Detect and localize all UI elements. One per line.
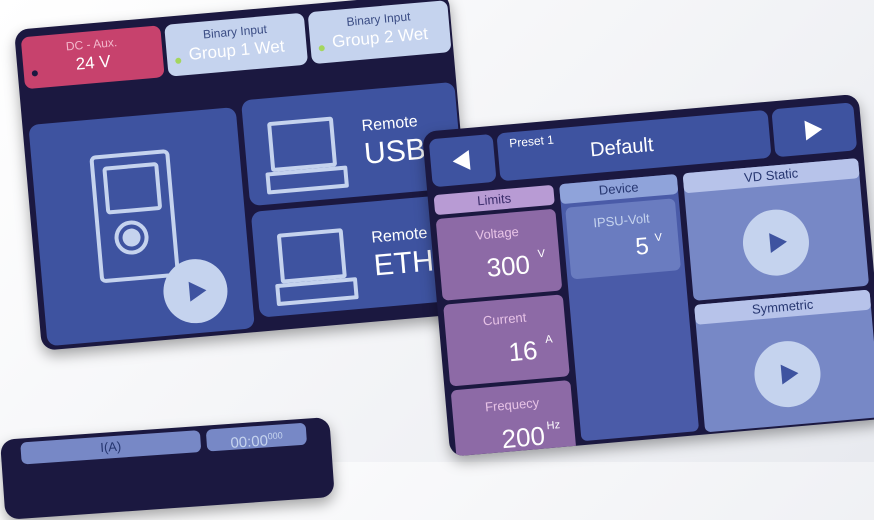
device-icon — [89, 148, 181, 284]
main-screen: DC - Aux. 24 V Binary Input Group 1 Wet … — [14, 0, 477, 351]
vd-static-header: VD Static — [682, 158, 860, 194]
arrow-right-icon — [804, 119, 824, 141]
remote-eth-name: ETH — [372, 244, 436, 283]
preset-number: Preset 1 — [508, 132, 555, 151]
ipsu-volt-value: 5 — [634, 232, 650, 261]
local-device-tile[interactable] — [28, 106, 255, 347]
device-column: Device IPSU-Volt 5 V — [559, 173, 700, 442]
ipsu-volt-label: IPSU-Volt — [592, 210, 651, 231]
frequency-value: 200 — [500, 420, 547, 455]
tab-binary-input-2[interactable]: Binary Input Group 2 Wet — [307, 0, 452, 65]
bottom-screen: I(A) 00:00000 — [0, 416, 335, 520]
tab-binary-input-1[interactable]: Binary Input Group 1 Wet — [164, 12, 309, 77]
symmetric-play-button[interactable] — [751, 338, 824, 410]
remote-eth-label: Remote — [370, 224, 429, 247]
test-column: VD Static Symmetric — [682, 158, 874, 433]
voltage-value: 300 — [485, 249, 532, 283]
vd-static-tile[interactable]: VD Static — [682, 158, 870, 301]
preset-name: Default — [589, 133, 655, 162]
remote-usb-name: USB — [362, 132, 428, 171]
next-preset-button[interactable] — [771, 102, 858, 158]
ipsu-volt-field[interactable]: IPSU-Volt 5 V — [565, 198, 682, 280]
play-icon — [780, 363, 800, 385]
symmetric-tile[interactable]: Symmetric — [694, 289, 874, 433]
frequency-limit[interactable]: Frequecy 200 Hz — [450, 380, 578, 457]
current-unit: A — [544, 333, 554, 347]
vd-static-play-button[interactable] — [740, 206, 812, 279]
computer-icon — [267, 116, 338, 173]
timer-display: 00:00000 — [205, 422, 308, 452]
timer-ms: 000 — [267, 430, 283, 442]
voltage-unit: V — [537, 247, 546, 261]
play-icon — [188, 280, 208, 302]
preset-screen: Preset 1 Default Limits Voltage 300 V Cu… — [422, 93, 874, 457]
current-tab[interactable]: I(A) — [20, 430, 202, 465]
limits-column: Limits Voltage 300 V Current 16 A Freque… — [433, 184, 578, 457]
voltage-limit[interactable]: Voltage 300 V — [435, 208, 563, 301]
frequency-label: Frequecy — [484, 394, 540, 415]
current-limit[interactable]: Current 16 A — [443, 294, 570, 387]
remote-usb-label: Remote — [360, 113, 419, 136]
arrow-left-icon — [451, 149, 471, 172]
current-value: 16 — [507, 334, 539, 368]
prev-preset-button[interactable] — [428, 133, 497, 188]
play-icon — [769, 231, 788, 254]
tab-dc-aux[interactable]: DC - Aux. 24 V — [20, 25, 165, 90]
current-label: Current — [482, 309, 527, 329]
frequency-unit: Hz — [546, 419, 561, 433]
timer-value: 00:00 — [229, 432, 269, 452]
voltage-label: Voltage — [474, 223, 520, 243]
ipsu-volt-unit: V — [654, 231, 663, 245]
computer-icon — [276, 228, 347, 284]
